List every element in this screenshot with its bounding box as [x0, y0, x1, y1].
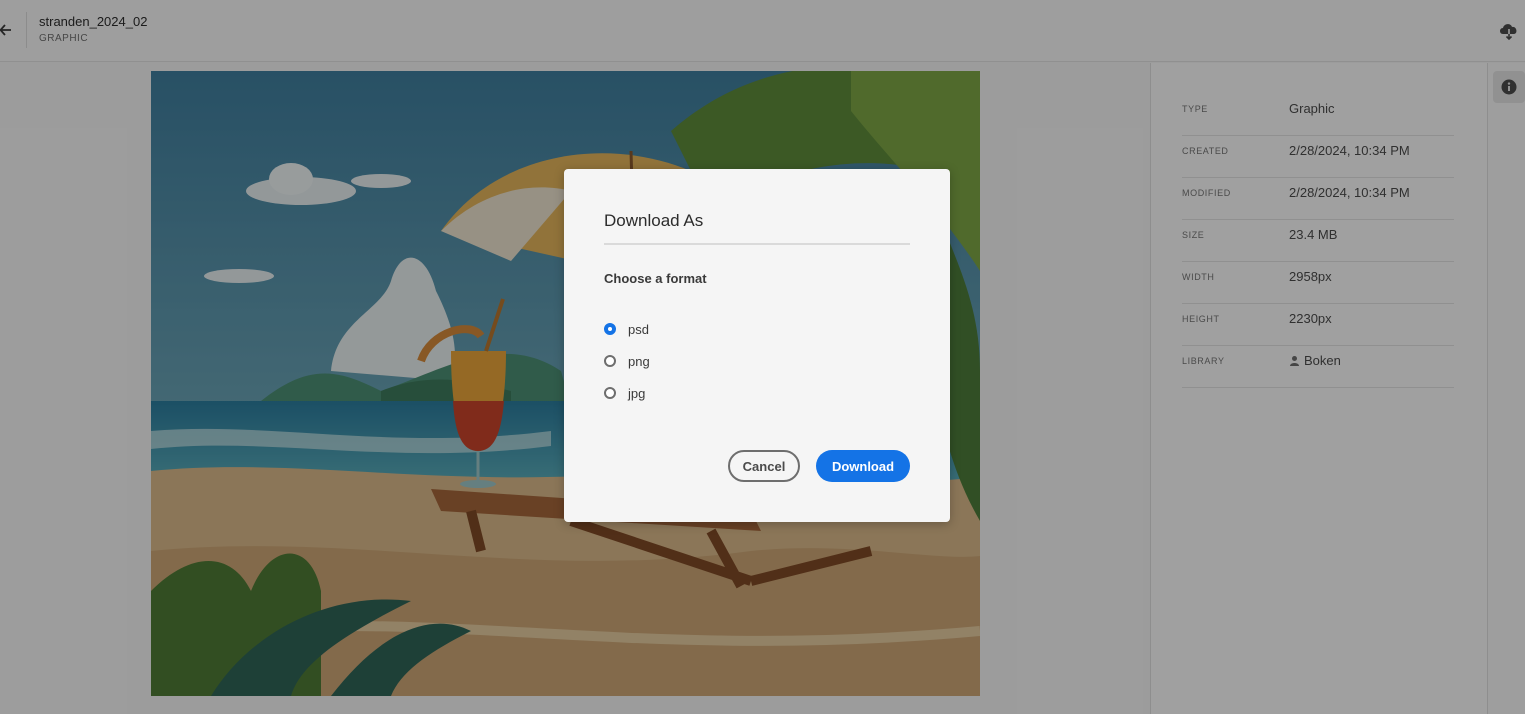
cancel-button[interactable]: Cancel — [728, 450, 800, 482]
radio-button[interactable] — [604, 355, 616, 367]
dialog-title: Download As — [604, 211, 704, 230]
format-option-png[interactable]: png — [604, 352, 724, 374]
format-option-psd[interactable]: psd — [604, 320, 724, 342]
format-option-label: psd — [628, 322, 649, 337]
dialog-divider — [604, 243, 910, 245]
download-button[interactable]: Download — [816, 450, 910, 482]
format-heading: Choose a format — [604, 271, 707, 286]
radio-button[interactable] — [604, 387, 616, 399]
format-option-label: jpg — [628, 386, 646, 401]
radio-button-checked[interactable] — [604, 323, 616, 335]
format-option-label: png — [628, 354, 650, 369]
format-option-jpg[interactable]: jpg — [604, 384, 724, 406]
download-dialog: Download As Choose a format psd png jpg … — [564, 169, 950, 522]
